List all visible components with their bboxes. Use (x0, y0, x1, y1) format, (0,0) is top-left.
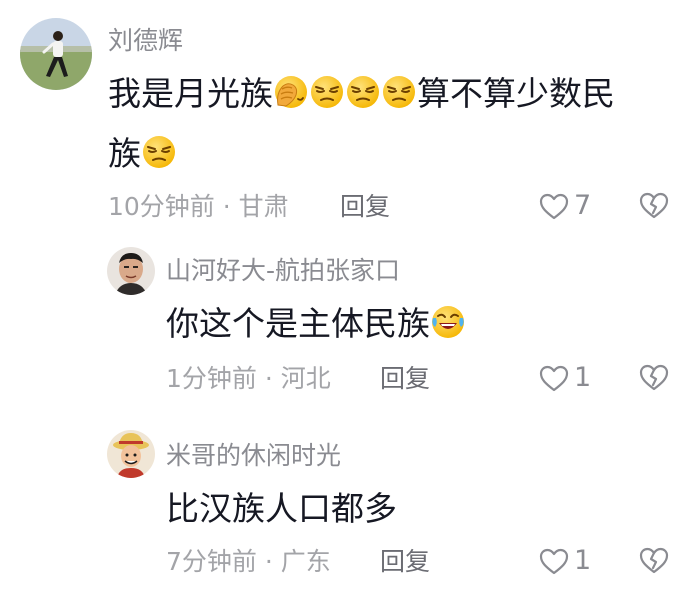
comment-text-segment: 比汉族人口都多 (166, 489, 397, 528)
avatar-image (107, 247, 155, 295)
avatar-image (20, 18, 92, 90)
comment-text: 比汉族人口都多 (166, 481, 397, 537)
heart-outline-icon (538, 546, 570, 576)
avatar-image (107, 430, 155, 478)
dislike-button[interactable] (638, 545, 670, 575)
facepalm-emoji (274, 75, 308, 109)
location: 甘肃 (238, 192, 289, 221)
timestamp: 10分钟前 (108, 192, 215, 221)
broken-heart-icon (638, 545, 670, 575)
username[interactable]: 山河好大-航拍张家口 (166, 256, 400, 286)
meta-separator: · (264, 547, 273, 576)
unamused-emoji (346, 75, 380, 109)
unamused-emoji (310, 75, 344, 109)
timestamp: 7分钟前 (166, 547, 257, 576)
reply-button[interactable]: 回复 (380, 364, 430, 394)
unamused-emoji (382, 75, 416, 109)
comment-item: 刘德辉 我是月光族 算不算少数民 族 10分钟前 · 甘肃 回复 7 (0, 0, 696, 230)
avatar[interactable] (107, 430, 155, 478)
comment-text-line2: 族 (108, 126, 177, 182)
comment-text-segment: 族 (108, 134, 141, 173)
comment-item: 山河好大-航拍张家口 你这个是主体民族 1分钟前 · 河北 回复 1 (0, 230, 696, 405)
location: 广东 (280, 547, 331, 576)
comment-text: 你这个是主体民族 (166, 296, 466, 352)
comment-text-segment: 我是月光族 (108, 74, 273, 113)
meta-separator: · (264, 364, 273, 393)
like-button[interactable]: 7 (538, 190, 591, 221)
comment-text-segment: 你这个是主体民族 (166, 304, 430, 343)
avatar[interactable] (20, 18, 92, 90)
unamused-emoji (142, 135, 176, 169)
comment-meta: 10分钟前 · 甘肃 (108, 192, 289, 222)
broken-heart-icon (638, 190, 670, 220)
meta-separator: · (222, 192, 231, 221)
like-button[interactable]: 1 (538, 545, 591, 576)
like-count: 1 (574, 545, 592, 576)
dislike-button[interactable] (638, 190, 670, 220)
comment-text-segment: 算不算少数民 (417, 74, 615, 113)
comment-meta: 1分钟前 · 河北 (166, 364, 331, 394)
broken-heart-icon (638, 362, 670, 392)
comment-meta: 7分钟前 · 广东 (166, 547, 331, 577)
like-count: 7 (574, 190, 592, 221)
dislike-button[interactable] (638, 362, 670, 392)
comment-item: 米哥的休闲时光 比汉族人口都多 7分钟前 · 广东 回复 1 (0, 405, 696, 600)
heart-outline-icon (538, 363, 570, 393)
comment-text: 我是月光族 算不算少数民 (108, 66, 615, 122)
location: 河北 (280, 364, 331, 393)
avatar[interactable] (107, 247, 155, 295)
reply-button[interactable]: 回复 (340, 192, 390, 222)
like-button[interactable]: 1 (538, 362, 591, 393)
laughing-crying-emoji (431, 305, 465, 339)
heart-outline-icon (538, 191, 570, 221)
timestamp: 1分钟前 (166, 364, 257, 393)
username[interactable]: 米哥的休闲时光 (166, 441, 341, 471)
like-count: 1 (574, 362, 592, 393)
reply-button[interactable]: 回复 (380, 547, 430, 577)
username[interactable]: 刘德辉 (108, 26, 183, 56)
